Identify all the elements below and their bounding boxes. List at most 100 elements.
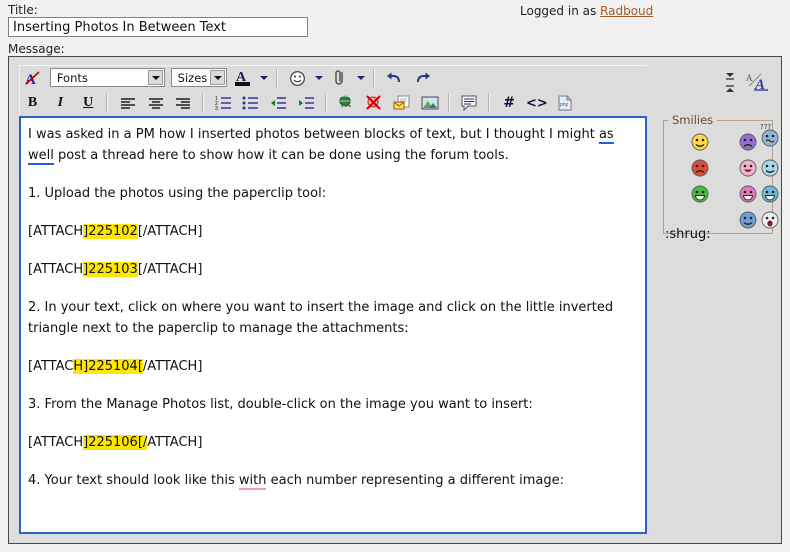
remove-formatting-icon[interactable]: A xyxy=(21,67,44,89)
text-run: [ATTACH xyxy=(28,435,83,450)
toggle-wysiwyg-source-icon[interactable]: A A xyxy=(744,71,770,95)
toolbar-separator xyxy=(106,94,108,112)
font-family-select[interactable]: Fonts xyxy=(50,68,165,87)
paragraph-step-3: 3. From the Manage Photos list, double-c… xyxy=(28,394,639,415)
indent-icon[interactable] xyxy=(295,92,318,114)
title-label: Title: xyxy=(8,3,38,17)
toolbar-right-group: A A xyxy=(717,65,775,105)
smilie-smile[interactable] xyxy=(691,133,709,151)
spellcheck-underlined-text: with xyxy=(239,473,267,490)
unordered-list-icon[interactable] xyxy=(239,92,262,114)
toolbar-separator xyxy=(448,94,450,112)
text-run: 1. Upload the photos using the paperclip… xyxy=(28,186,326,201)
message-body-content[interactable]: I was asked in a PM how I inserted photo… xyxy=(28,124,639,508)
text-run: I was asked in a PM how I inserted photo… xyxy=(28,127,599,142)
text-run: post a thread here to show how it can be… xyxy=(54,148,509,163)
message-label: Message: xyxy=(8,42,65,56)
insert-hash-icon[interactable]: # xyxy=(498,92,521,114)
toolbar-separator xyxy=(276,69,278,87)
text-run: each number representing a different ima… xyxy=(266,473,564,488)
smilie-eek-white[interactable] xyxy=(761,211,779,229)
text-run: [ATTACH xyxy=(28,262,83,277)
insert-quote-icon[interactable] xyxy=(458,92,481,114)
underline-icon[interactable]: U xyxy=(77,92,100,114)
paragraph-attach-225102: [ATTACH]225102[/ATTACH] xyxy=(28,221,639,242)
remove-link-icon[interactable] xyxy=(363,92,386,114)
text-run: 2. In your text, click on where you want… xyxy=(28,300,613,336)
ordered-list-icon[interactable]: 1 2 3 xyxy=(212,92,235,114)
message-editor-surface[interactable]: I was asked in a PM how I inserted photo… xyxy=(19,116,647,534)
text-run: [/ATTACH] xyxy=(138,262,203,277)
expand-collapse-editor-icon[interactable] xyxy=(718,72,741,94)
align-center-icon[interactable] xyxy=(144,92,167,114)
smilies-panel-legend: Smilies xyxy=(668,113,717,127)
toolbar-separator xyxy=(325,94,327,112)
toolbar-row-style: B I U xyxy=(20,91,647,116)
insert-code-icon[interactable]: <> xyxy=(525,92,548,114)
smilie-grin-green[interactable] xyxy=(691,185,709,203)
italic-icon[interactable]: I xyxy=(49,92,72,114)
page-header: Title: Logged in as Radboud Message: xyxy=(0,0,790,44)
undo-icon[interactable] xyxy=(383,67,406,89)
attach-id-highlight: ]225102 xyxy=(83,224,138,239)
insert-image-icon[interactable] xyxy=(418,92,441,114)
redo-icon[interactable] xyxy=(411,67,434,89)
text-run: ATTACH] xyxy=(147,435,202,450)
insert-php-icon[interactable]: php xyxy=(553,92,576,114)
toolbar-separator xyxy=(373,69,375,87)
smilie-confused[interactable] xyxy=(761,129,779,147)
svg-text:A: A xyxy=(746,73,753,83)
smilie-insert-icon[interactable] xyxy=(286,67,309,89)
shrug-code-label[interactable]: :shrug: xyxy=(665,227,711,242)
smilies-grid: ???:shrug: xyxy=(661,127,771,235)
smilie-tongue-pink[interactable] xyxy=(739,159,757,177)
align-left-icon[interactable] xyxy=(116,92,139,114)
smilie-big-smile-pink[interactable] xyxy=(739,185,757,203)
smilie-angry-red[interactable] xyxy=(691,159,709,177)
attach-id-highlight: ]225103 xyxy=(83,262,138,277)
logged-in-username-link[interactable]: Radboud xyxy=(600,4,653,18)
title-input[interactable] xyxy=(8,17,308,37)
editor-toolbar: A Fonts Sizes A xyxy=(19,65,647,115)
font-color-dropdown-caret[interactable] xyxy=(258,66,269,88)
toolbar-separator xyxy=(488,94,490,112)
paragraph-step-1: 1. Upload the photos using the paperclip… xyxy=(28,183,639,204)
insert-link-icon[interactable] xyxy=(335,92,358,114)
smilie-laugh-blue[interactable] xyxy=(761,185,779,203)
font-color-icon[interactable]: A xyxy=(231,67,254,89)
paragraph-step-2: 2. In your text, click on where you want… xyxy=(28,297,639,339)
font-size-select[interactable]: Sizes xyxy=(171,68,227,87)
text-run: 4. Your text should look like this xyxy=(28,473,239,488)
svg-text:php: php xyxy=(560,102,569,108)
paragraph-attach-225104: [ATTACH]225104[/ATTACH] xyxy=(28,356,639,377)
toolbar-separator xyxy=(202,94,204,112)
paragraph-attach-225106: [ATTACH]225106[/ATTACH] xyxy=(28,432,639,453)
attach-id-highlight: ]225106[/ xyxy=(83,435,147,450)
svg-text:3: 3 xyxy=(215,106,218,110)
smilie-mad-purple[interactable] xyxy=(739,133,757,151)
insert-email-icon[interactable] xyxy=(390,92,413,114)
paragraph-step-4: 4. Your text should look like this with … xyxy=(28,470,639,491)
smilie-wink-blue[interactable] xyxy=(761,159,779,177)
attach-id-highlight: H]225104[ xyxy=(73,359,143,374)
paragraph-attach-225103: [ATTACH]225103[/ATTACH] xyxy=(28,259,639,280)
smilie-dropdown-caret[interactable] xyxy=(313,66,324,88)
chevron-down-icon[interactable] xyxy=(148,70,163,85)
toolbar-row-formatting: A Fonts Sizes A xyxy=(20,66,647,91)
bold-icon[interactable]: B xyxy=(21,92,44,114)
outdent-icon[interactable] xyxy=(267,92,290,114)
smilie-cool-sunglasses[interactable] xyxy=(739,211,757,229)
text-run: /ATTACH] xyxy=(143,359,203,374)
editor-panel: A Fonts Sizes A xyxy=(8,56,782,544)
text-run: [ATTACH xyxy=(28,224,83,239)
question-marks-decoration: ??? xyxy=(760,123,771,131)
align-right-icon[interactable] xyxy=(172,92,195,114)
attach-paperclip-icon[interactable] xyxy=(329,67,352,89)
login-status: Logged in as Radboud xyxy=(520,4,653,18)
chevron-down-icon[interactable] xyxy=(210,70,225,85)
paragraph-intro: I was asked in a PM how I inserted photo… xyxy=(28,124,639,166)
text-run: [ATTAC xyxy=(28,359,73,374)
text-run: 3. From the Manage Photos list, double-c… xyxy=(28,397,533,412)
attach-dropdown-caret[interactable] xyxy=(355,66,366,88)
text-run: [/ATTACH] xyxy=(138,224,203,239)
